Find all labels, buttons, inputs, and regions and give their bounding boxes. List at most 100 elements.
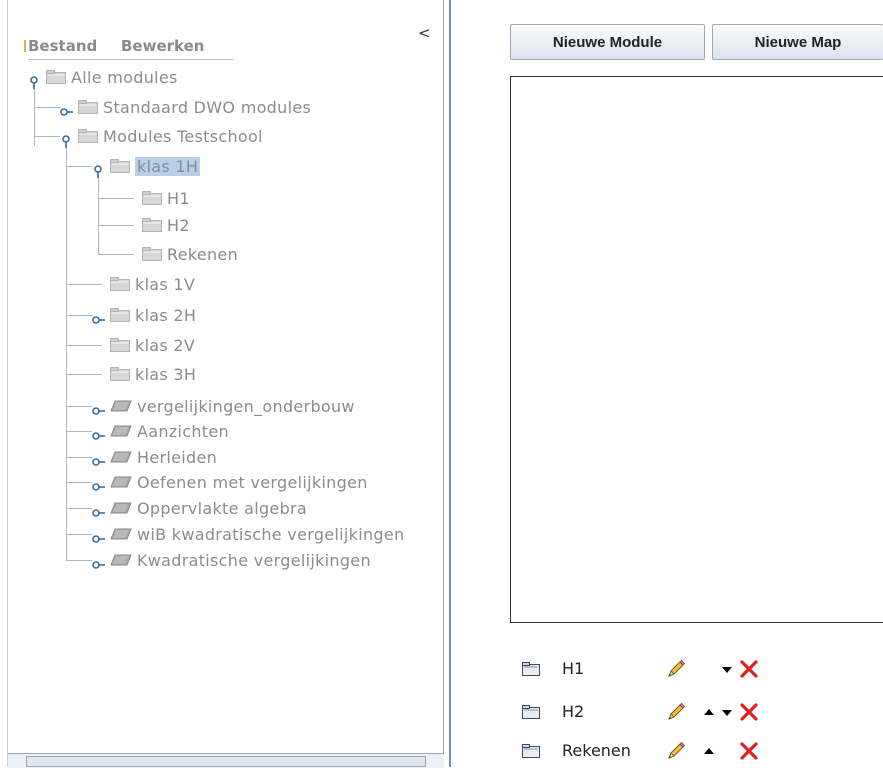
module-label: Rekenen (562, 740, 631, 760)
tree-node[interactable]: klas 1H (91, 155, 201, 178)
edit-pencil-icon[interactable] (665, 740, 687, 762)
tree-node[interactable]: Aanzichten (92, 420, 229, 442)
tree-node-label[interactable]: Alle modules (71, 68, 178, 87)
tree-node[interactable]: Herleiden (92, 446, 217, 468)
tree-node[interactable]: H1 (124, 187, 190, 209)
expand-toggle-icon[interactable] (91, 312, 105, 326)
folder-icon (142, 191, 162, 205)
tree-node[interactable]: Rekenen (124, 243, 238, 265)
expand-toggle-icon[interactable] (91, 557, 105, 571)
folder-icon (110, 367, 130, 381)
tree-connector (34, 136, 60, 137)
tree-node[interactable]: klas 2H (92, 304, 196, 326)
folder-icon (78, 129, 98, 143)
delete-x-icon[interactable] (738, 740, 760, 762)
module-tree: Alle modules Standaard DWO modules Modules… (8, 0, 445, 767)
scrollbar-thumb[interactable] (26, 756, 426, 767)
edit-pencil-icon[interactable] (665, 701, 687, 723)
collapse-toggle-icon[interactable] (59, 133, 73, 148)
expand-toggle-icon[interactable] (91, 479, 105, 493)
tree-node-label[interactable]: klas 3H (135, 365, 196, 384)
move-up-arrow-icon[interactable] (702, 701, 716, 723)
folder-icon (46, 70, 66, 84)
tree-connector (66, 166, 92, 167)
folder-icon (110, 308, 130, 322)
expand-toggle-icon[interactable] (91, 531, 105, 545)
horizontal-scrollbar[interactable] (8, 753, 445, 768)
tree-node-label[interactable]: klas 1V (135, 275, 195, 294)
module-list-row: H1 (522, 656, 782, 680)
tree-connector (66, 482, 92, 483)
tree-node-label[interactable]: Modules Testschool (103, 127, 263, 146)
tree-node-label[interactable]: Oppervlakte algebra (137, 499, 307, 518)
tree-node-label[interactable]: H2 (167, 216, 190, 235)
module-folder-icon (522, 743, 540, 758)
edit-pencil-icon[interactable] (665, 658, 687, 680)
delete-x-icon[interactable] (738, 701, 760, 723)
tree-node-label[interactable]: klas 2V (135, 336, 195, 355)
module-tree-panel: Bestand Bewerken < Alle modules Standaard… (7, 0, 445, 768)
folder-icon (142, 247, 162, 261)
tree-guide-line (66, 145, 67, 560)
tree-node-label[interactable]: klas 2H (135, 306, 196, 325)
delete-x-icon[interactable] (738, 658, 760, 680)
book-icon (110, 450, 132, 464)
module-content-area[interactable] (510, 76, 883, 623)
tree-node[interactable]: vergelijkingen_onderbouw (92, 395, 355, 417)
move-up-arrow-icon[interactable] (702, 740, 716, 762)
tree-node[interactable]: Standaard DWO modules (60, 96, 311, 118)
tree-guide-line (98, 175, 99, 255)
book-icon (110, 424, 132, 438)
tree-connector (66, 534, 92, 535)
tree-node-label[interactable]: klas 1H (135, 156, 201, 176)
tree-node-label[interactable]: Rekenen (167, 245, 238, 264)
folder-icon (110, 338, 130, 352)
tree-connector (66, 315, 92, 316)
tree-node[interactable]: Oefenen met vergelijkingen (92, 471, 368, 493)
tree-node-label[interactable]: Standaard DWO modules (103, 98, 311, 117)
module-list-row: Rekenen (522, 738, 782, 762)
expand-toggle-icon[interactable] (91, 428, 105, 442)
tree-connector (66, 406, 92, 407)
folder-icon (78, 100, 98, 114)
module-list-row: H2 (522, 699, 782, 723)
expand-toggle-icon[interactable] (59, 104, 73, 118)
book-icon (110, 399, 132, 413)
tree-connector (66, 431, 92, 432)
move-down-arrow-icon[interactable] (720, 701, 734, 723)
tree-node-label[interactable]: Herleiden (137, 448, 217, 467)
tree-connector (66, 560, 92, 561)
book-icon (110, 501, 132, 515)
tree-node[interactable]: H2 (124, 214, 190, 236)
tree-node[interactable]: Kwadratische vergelijkingen (92, 549, 371, 571)
split-divider-line (449, 0, 451, 767)
tree-connector (66, 457, 92, 458)
collapse-toggle-icon[interactable] (91, 163, 105, 178)
expand-toggle-icon[interactable] (91, 403, 105, 417)
expand-toggle-icon[interactable] (91, 505, 105, 519)
tree-node[interactable]: klas 3H (92, 363, 196, 385)
book-icon (110, 475, 132, 489)
tree-node-label[interactable]: H1 (167, 189, 190, 208)
tree-node[interactable]: Modules Testschool (59, 125, 263, 148)
tree-node[interactable]: klas 1V (92, 273, 195, 295)
expand-toggle-icon[interactable] (91, 454, 105, 468)
new-map-button[interactable]: Nieuwe Map (712, 24, 883, 60)
tree-connector (66, 508, 92, 509)
tree-node-label[interactable]: vergelijkingen_onderbouw (137, 397, 355, 416)
tree-node-label[interactable]: wiB kwadratische vergelijkingen (137, 525, 404, 544)
tree-node[interactable]: wiB kwadratische vergelijkingen (92, 523, 404, 545)
tree-node-label[interactable]: Oefenen met vergelijkingen (137, 473, 368, 492)
tree-node-label[interactable]: Aanzichten (137, 422, 229, 441)
book-icon (110, 527, 132, 541)
tree-node-label[interactable]: Kwadratische vergelijkingen (137, 551, 371, 570)
tree-node[interactable]: Oppervlakte algebra (92, 497, 307, 519)
folder-icon (110, 159, 130, 173)
collapse-toggle-icon[interactable] (27, 74, 41, 89)
module-label: H1 (562, 658, 585, 678)
module-folder-icon (522, 704, 540, 719)
tree-node[interactable]: klas 2V (92, 334, 195, 356)
move-down-arrow-icon[interactable] (720, 658, 734, 680)
tree-node[interactable]: Alle modules (27, 66, 178, 89)
new-module-button[interactable]: Nieuwe Module (510, 24, 705, 60)
